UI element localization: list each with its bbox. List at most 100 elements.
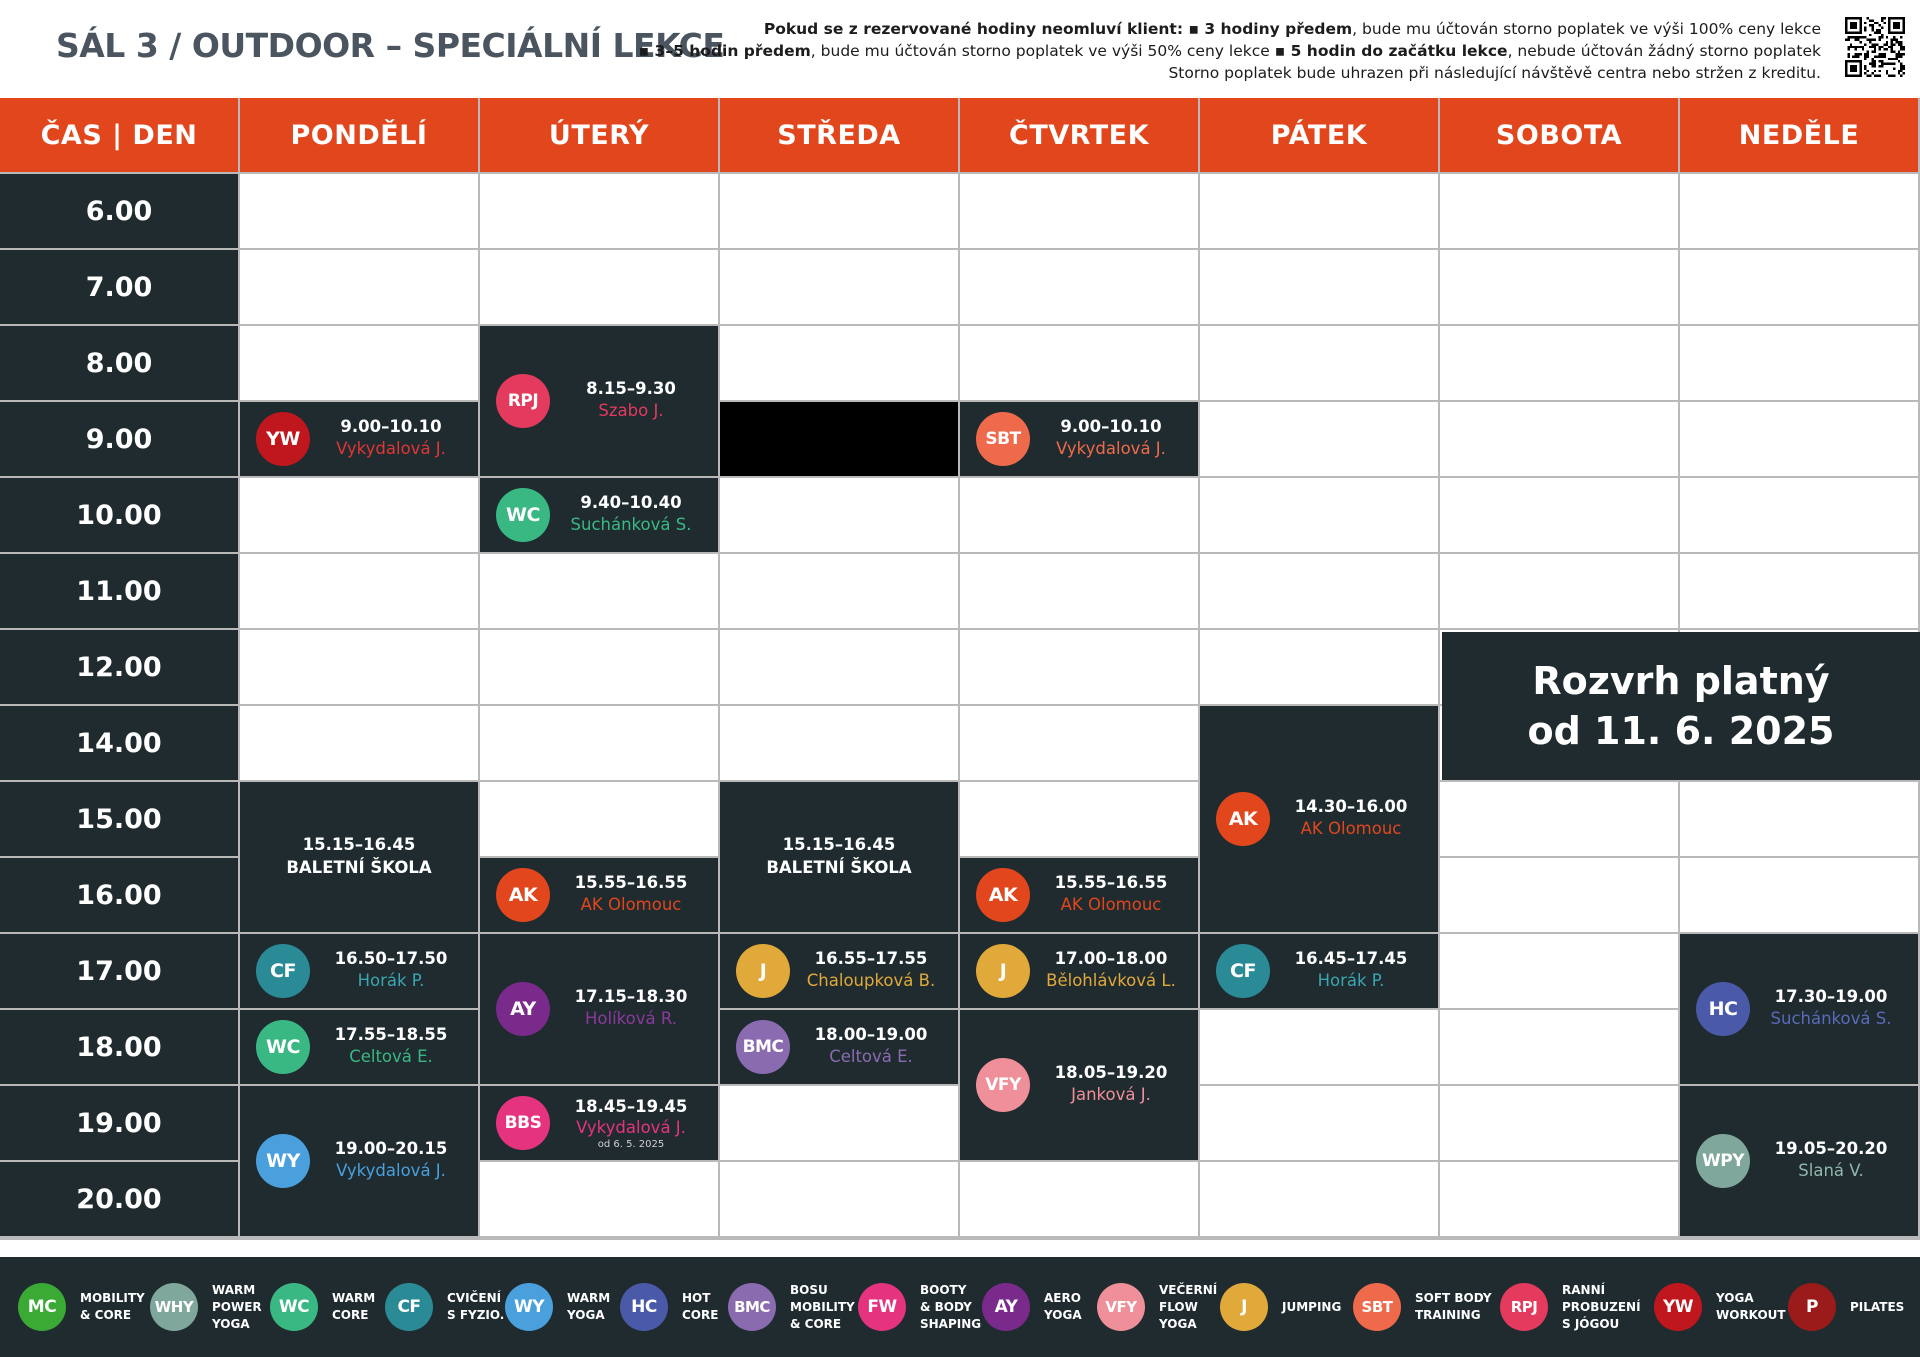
lesson-instructor: Vykydalová J. — [336, 1161, 446, 1180]
qr-module — [1864, 26, 1867, 29]
lesson-block[interactable]: WY 19.00–20.15 Vykydalová J. — [240, 1086, 478, 1236]
lesson-code-badge: RPJ — [496, 374, 550, 428]
empty-slot — [480, 174, 718, 248]
lesson-block[interactable]: HC 17.30–19.00 Suchánková S. — [1680, 934, 1918, 1084]
empty-slot — [1440, 554, 1678, 628]
qr-module — [1888, 74, 1891, 77]
lesson-code-badge: VFY — [976, 1058, 1030, 1112]
qr-module — [1864, 72, 1867, 75]
lesson-block[interactable]: WC 17.55–18.55 Celtová E. — [240, 1010, 478, 1084]
qr-module — [1900, 65, 1903, 68]
time-label: 19.00 — [0, 1086, 238, 1160]
ballet-block[interactable]: 15.15–16.45 BALETNÍ ŠKOLA — [240, 782, 478, 932]
qr-module — [1883, 62, 1886, 65]
qr-module — [1878, 36, 1881, 39]
lesson-block[interactable]: WPY 19.05–20.20 Slaná V. — [1680, 1086, 1918, 1236]
qr-module — [1902, 45, 1905, 49]
lesson-block[interactable]: AY 17.15–18.30 Holíková R. — [480, 934, 718, 1084]
empty-slot — [720, 706, 958, 780]
qr-module — [1852, 36, 1855, 39]
lesson-block[interactable]: BBS 18.45–19.45 Vykydalová J. od 6. 5. 2025 — [480, 1086, 718, 1160]
qr-module — [1881, 17, 1884, 20]
lesson-block[interactable]: CF 16.45–17.45 Horák P. — [1200, 934, 1438, 1008]
qr-module — [1864, 57, 1867, 61]
qr-module — [1847, 48, 1850, 51]
lesson-block[interactable]: YW 9.00–10.10 Vykydalová J. — [240, 402, 478, 476]
empty-slot — [240, 630, 478, 704]
lesson-instructor: Suchánková S. — [570, 515, 692, 534]
qr-module — [1873, 69, 1877, 73]
header-time-day: ČAS | DEN — [0, 98, 238, 172]
lesson-time: 16.45–17.45 — [1294, 949, 1408, 968]
lesson-code-badge: CF — [256, 944, 310, 998]
day-header: ÚTERÝ — [480, 98, 718, 172]
qr-module — [1885, 48, 1889, 51]
empty-slot — [480, 554, 718, 628]
qr-module — [1852, 45, 1855, 49]
lesson-block[interactable]: AK 15.55–16.55 AK Olomouc — [960, 858, 1198, 932]
time-label: 8.00 — [0, 326, 238, 400]
qr-module — [1847, 55, 1850, 58]
notice-line2-bold1: ▪ 3–5 hodin předem — [638, 42, 811, 60]
legend-badge: HC — [620, 1283, 668, 1331]
qr-module — [1876, 21, 1879, 25]
qr-module — [1902, 65, 1905, 68]
qr-module — [1864, 65, 1867, 68]
lesson-block[interactable]: J 16.55–17.55 Chaloupková B. — [720, 934, 958, 1008]
lesson-instructor: Slaná V. — [1798, 1161, 1864, 1180]
qr-module — [1866, 38, 1869, 41]
validity-line2: od 11. 6. 2025 — [1527, 709, 1835, 753]
qr-module — [1893, 50, 1896, 53]
lesson-instructor: Holíková R. — [585, 1009, 677, 1028]
lesson-block[interactable]: SBT 9.00–10.10 Vykydalová J. — [960, 402, 1198, 476]
qr-module — [1895, 41, 1898, 44]
lesson-block[interactable]: WC 9.40–10.40 Suchánková S. — [480, 478, 718, 552]
lesson-time: 17.55–18.55 — [334, 1025, 448, 1044]
qr-module — [1893, 62, 1896, 65]
qr-module — [1902, 72, 1905, 75]
qr-module — [1864, 43, 1867, 46]
day-header: PONDĚLÍ — [240, 98, 478, 172]
empty-slot — [1200, 402, 1438, 476]
lesson-block[interactable]: VFY 18.05–19.20 Janková J. — [960, 1010, 1198, 1160]
empty-slot — [1440, 934, 1678, 1008]
qr-module — [1864, 55, 1867, 58]
qr-module — [1861, 36, 1865, 39]
lesson-block[interactable]: J 17.00–18.00 Bělohlávková L. — [960, 934, 1198, 1008]
qr-module — [1849, 36, 1853, 39]
qr-module — [1857, 55, 1860, 58]
lesson-block[interactable]: AK 15.55–16.55 AK Olomouc — [480, 858, 718, 932]
lesson-block[interactable]: CF 16.50–17.50 Horák P. — [240, 934, 478, 1008]
lesson-block[interactable]: AK 14.30–16.00 AK Olomouc — [1200, 706, 1438, 932]
empty-slot — [480, 630, 718, 704]
qr-module — [1854, 45, 1857, 49]
empty-slot — [240, 554, 478, 628]
lesson-block[interactable]: RPJ 8.15–9.30 Szabo J. — [480, 326, 718, 476]
legend-badge: BMC — [728, 1283, 776, 1331]
qr-module — [1902, 67, 1905, 70]
qr-module — [1897, 55, 1901, 58]
lesson-time: 17.30–19.00 — [1774, 987, 1888, 1006]
legend-label: JUMPING — [1282, 1299, 1342, 1314]
qr-module — [1893, 36, 1896, 39]
lesson-time: 18.00–19.00 — [814, 1025, 928, 1044]
qr-module — [1900, 62, 1903, 65]
qr-module — [1871, 50, 1874, 53]
qr-module — [1890, 38, 1893, 41]
legend-badge: VFY — [1097, 1283, 1145, 1331]
qr-module — [1859, 36, 1862, 39]
lesson-instructor: Szabo J. — [598, 401, 664, 420]
empty-slot — [1440, 174, 1678, 248]
empty-slot — [1440, 1086, 1678, 1160]
qr-module — [1890, 74, 1893, 77]
lesson-instructor: AK Olomouc — [1300, 819, 1402, 838]
ballet-block[interactable]: 15.15–16.45 BALETNÍ ŠKOLA — [720, 782, 958, 932]
lesson-instructor: AK Olomouc — [580, 895, 682, 914]
lesson-block[interactable]: BMC 18.00–19.00 Celtová E. — [720, 1010, 958, 1084]
qr-module — [1881, 65, 1884, 68]
lesson-code-badge: SBT — [976, 412, 1030, 466]
empty-slot — [1680, 250, 1918, 324]
empty-slot — [1680, 858, 1918, 932]
qr-code-icon[interactable] — [1845, 17, 1905, 77]
time-label: 17.00 — [0, 934, 238, 1008]
